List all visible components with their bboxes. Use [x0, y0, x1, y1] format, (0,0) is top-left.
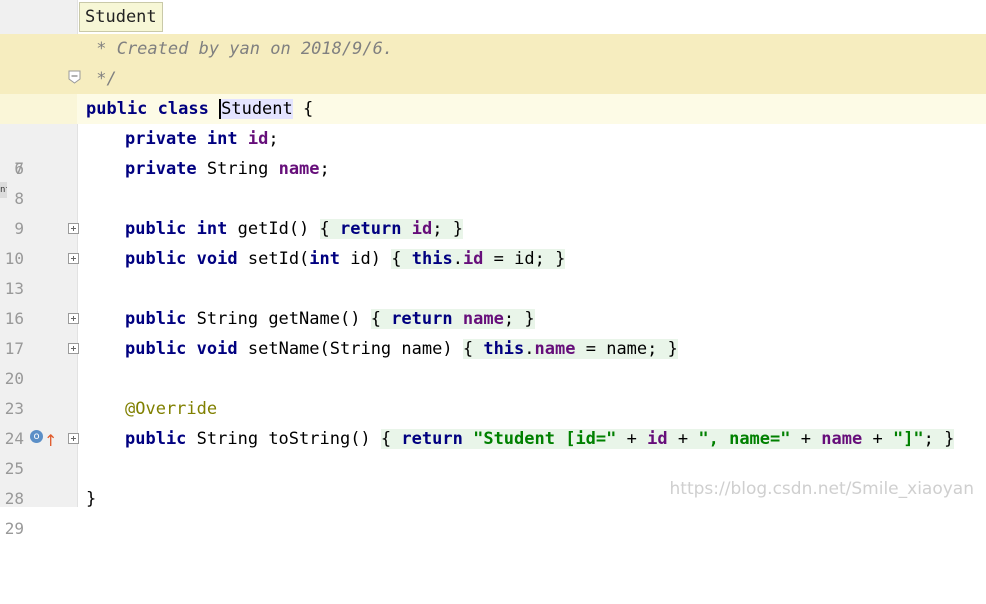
param: id)	[350, 249, 381, 269]
field-id: private int id;	[125, 124, 279, 154]
class-name-tooltip: Student	[79, 2, 163, 32]
fold-plus-icon[interactable]	[68, 433, 79, 444]
brace: {	[303, 99, 314, 119]
method-setId: public void setId(int id) { this.id = id…	[125, 244, 566, 274]
keyword: private	[125, 159, 197, 179]
code-line-25[interactable]: 25 o ↑ public String toString() { return…	[0, 424, 986, 478]
up-arrow-icon[interactable]: ↑	[44, 426, 57, 456]
override-icon[interactable]: o	[30, 430, 43, 443]
method-signature: String getName()	[196, 309, 361, 329]
method-toString: public String toString() { return "Stude…	[125, 424, 955, 454]
keyword: public	[86, 99, 148, 119]
closing-brace: }	[86, 489, 97, 509]
code-line-13[interactable]: 13 public void setId(int id) { this.id =…	[0, 244, 986, 298]
doc-comment: * Created by yan on 2018/9/6.	[86, 39, 394, 59]
code-line-5[interactable]: 5 */	[0, 64, 986, 118]
code-line-8[interactable]: 8 private String name;	[0, 154, 986, 208]
fold-plus-icon[interactable]	[68, 313, 79, 324]
keyword: public	[125, 309, 187, 329]
code-line-23[interactable]: 23	[0, 364, 986, 418]
folded-body[interactable]: { this.id = id; }	[391, 249, 566, 269]
keyword: private	[125, 129, 197, 149]
keyword: public	[125, 219, 187, 239]
code-line-4[interactable]: 4 * Created by yan on 2018/9/6.	[0, 34, 986, 88]
code-line-16[interactable]: 16	[0, 274, 986, 328]
keyword: void	[196, 249, 238, 269]
fold-plus-icon[interactable]	[68, 343, 79, 354]
method-getName: public String getName() { return name; }	[125, 304, 535, 334]
keyword: int	[309, 249, 341, 269]
keyword: public	[125, 339, 187, 359]
code-line-9[interactable]: 9	[0, 184, 986, 238]
keyword: int	[206, 129, 238, 149]
class-identifier: Student	[219, 99, 293, 119]
semicolon: ;	[319, 159, 330, 179]
folded-body[interactable]: { return id; }	[319, 219, 463, 239]
method-signature: String toString()	[196, 429, 371, 449]
fold-plus-icon[interactable]	[68, 223, 79, 234]
folded-body[interactable]: { this.name = name; }	[462, 339, 678, 359]
keyword: public	[125, 429, 187, 449]
folded-body[interactable]: { return name; }	[370, 309, 535, 329]
code-line-7[interactable]: 7 private int id;	[0, 124, 986, 178]
method-name: setId(	[247, 249, 310, 269]
code-line-20[interactable]: 20 public void setName(String name) { th…	[0, 334, 986, 388]
method-signature: setName(String name)	[247, 339, 453, 359]
current-line-gutter	[0, 94, 77, 124]
code-line-17[interactable]: 17 public String getName() { return name…	[0, 304, 986, 358]
keyword: class	[157, 99, 209, 119]
watermark: https://blog.csdn.net/Smile_xiaoyan	[669, 479, 974, 499]
keyword: void	[196, 339, 238, 359]
field-name: name	[278, 159, 320, 179]
annotation: @Override	[125, 399, 218, 419]
field-name: id	[247, 129, 269, 149]
line-number: 29	[4, 519, 24, 538]
keyword: int	[196, 219, 228, 239]
semicolon: ;	[268, 129, 279, 149]
folded-body[interactable]: { return "Student [id=" + id + ", name="…	[380, 429, 955, 449]
code-line-24[interactable]: 24 @Override	[0, 394, 986, 448]
code-line-6[interactable]: 6 public class Student {	[0, 94, 986, 178]
fold-end-icon[interactable]	[68, 70, 81, 84]
fold-plus-icon[interactable]	[68, 253, 79, 264]
method-signature: getId()	[237, 219, 310, 239]
type: String	[206, 159, 269, 179]
code-line-10[interactable]: 10 public int getId() { return id; }	[0, 214, 986, 268]
class-declaration: public class Student {	[86, 94, 313, 124]
field-name-decl: private String name;	[125, 154, 330, 184]
keyword: public	[125, 249, 187, 269]
method-setName: public void setName(String name) { this.…	[125, 334, 678, 364]
doc-comment-end: */	[86, 69, 117, 89]
method-getId: public int getId() { return id; }	[125, 214, 463, 244]
